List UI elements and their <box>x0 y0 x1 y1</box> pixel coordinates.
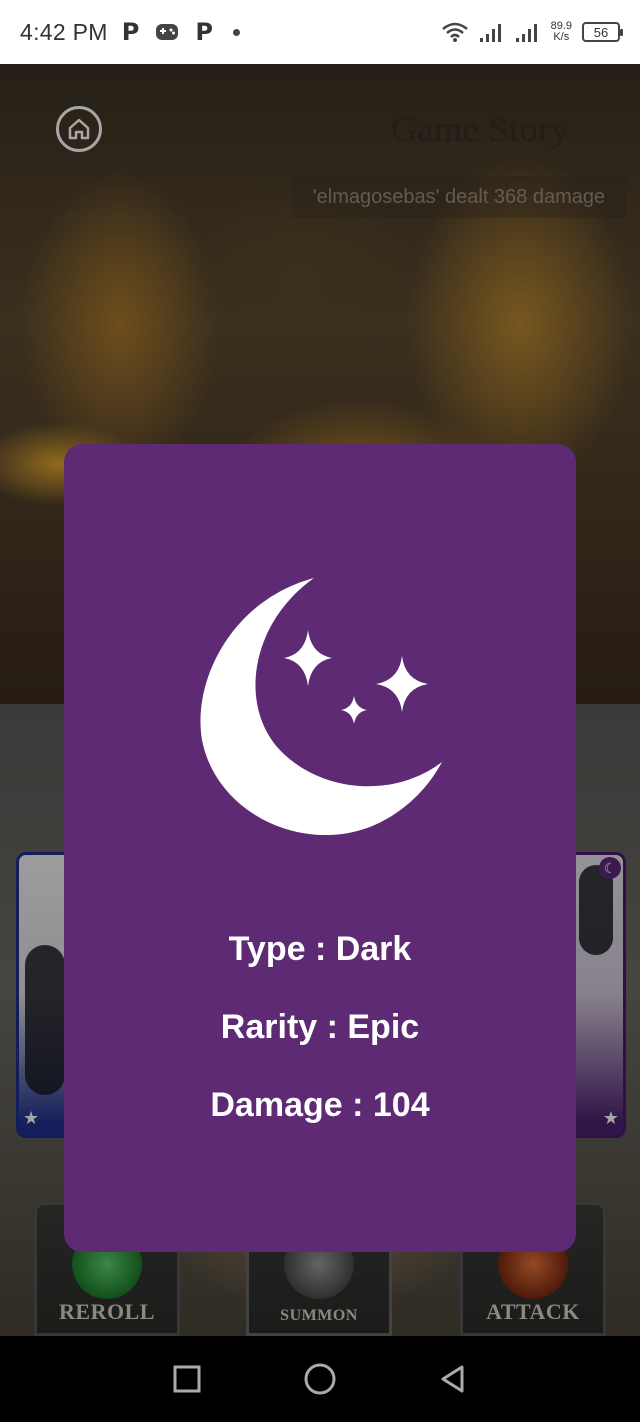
card-damage: Damage : 104 <box>210 1086 430 1124</box>
network-speed: 89.9 K/s <box>551 21 572 43</box>
moon-stars-icon <box>200 578 442 836</box>
system-icons: 89.9 K/s 56 <box>441 21 623 43</box>
p-icon: P <box>121 18 140 46</box>
signal-icon <box>479 21 505 43</box>
card-detail-modal[interactable]: Type : Dark Rarity : Epic Damage : 104 <box>64 444 576 1252</box>
navigation-bar <box>0 1336 640 1422</box>
recent-apps-button[interactable] <box>167 1359 207 1399</box>
recent-apps-icon <box>173 1365 201 1393</box>
card-type: Type : Dark <box>228 930 412 968</box>
gamepad-icon <box>155 22 179 42</box>
back-button[interactable] <box>433 1359 473 1399</box>
status-bar: 4:42 PM P P 89.9 K/s 56 <box>0 0 640 64</box>
p-icon: P <box>195 18 213 46</box>
signal-icon <box>515 21 541 43</box>
status-time: 4:42 PM <box>20 18 108 45</box>
battery-level: 56 <box>593 24 609 40</box>
notification-icons: P P <box>122 18 240 46</box>
wifi-icon <box>441 21 469 43</box>
home-nav-button[interactable] <box>300 1359 340 1399</box>
battery-icon: 56 <box>582 22 623 42</box>
dot-icon <box>232 28 240 36</box>
back-icon <box>441 1365 464 1393</box>
home-nav-icon <box>304 1363 336 1395</box>
network-speed-unit: K/s <box>553 31 570 43</box>
card-rarity: Rarity : Epic <box>220 1008 420 1046</box>
